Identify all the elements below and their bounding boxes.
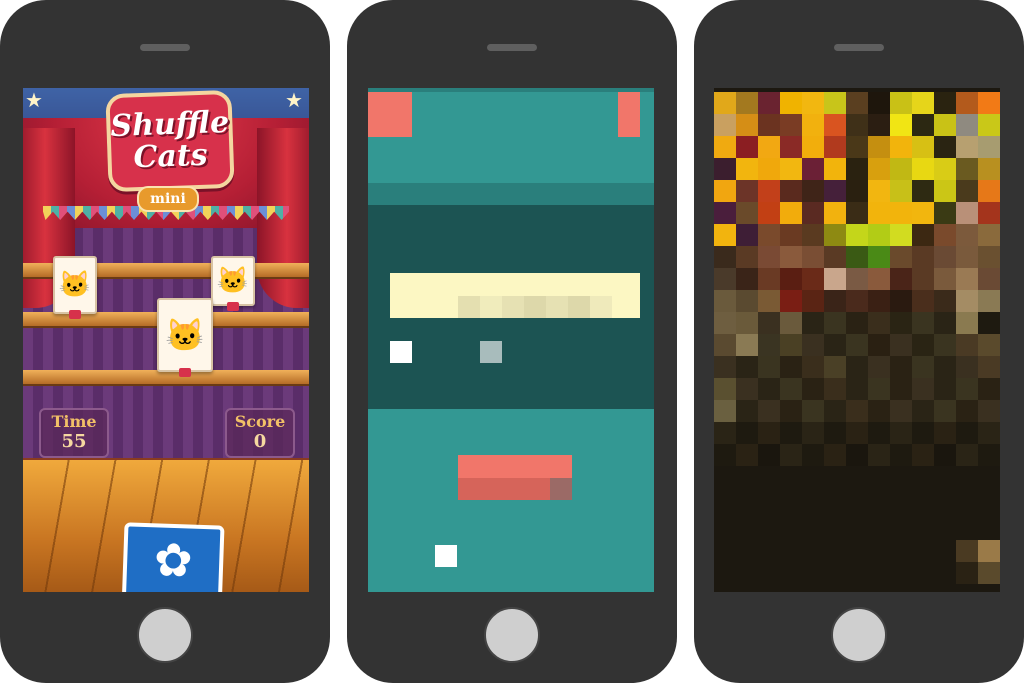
phone-1: ★ ★ ★ ★ Shuffle Cats mini 🐱 🐱 🐱 <box>0 0 330 683</box>
logo-title-line1: Shuffle <box>109 104 230 145</box>
phone-2 <box>347 0 677 683</box>
pixel-button-top[interactable] <box>458 455 572 478</box>
shelf-bottom <box>23 370 309 386</box>
pixel-cell <box>568 296 590 318</box>
checkbox-pixel[interactable] <box>390 341 412 363</box>
cat-icon: 🐱 <box>165 316 205 354</box>
time-label: Time <box>51 412 97 431</box>
pixel-cell <box>550 478 572 500</box>
card-deck[interactable]: ✿ <box>121 522 225 592</box>
cat-card[interactable]: 🐱 <box>157 298 213 377</box>
logo-title-line2: Cats <box>132 137 209 176</box>
card-tag <box>179 368 191 377</box>
checkbox-pixel[interactable] <box>480 341 502 363</box>
pixel-dot <box>435 545 457 567</box>
pixel-band <box>368 183 654 205</box>
speaker-grille <box>140 44 190 51</box>
score-label: Score <box>234 412 286 431</box>
pixel-cell <box>546 296 568 318</box>
time-plaque: Time 55 <box>39 408 109 458</box>
pixel-button-bottom[interactable] <box>458 478 550 500</box>
mini-badge: mini <box>137 186 199 212</box>
pixel-cell <box>458 296 480 318</box>
score-plaque: Score 0 <box>225 408 295 458</box>
phone-3 <box>694 0 1024 683</box>
cat-card[interactable]: 🐱 <box>211 256 255 311</box>
pixelated-screen[interactable] <box>368 88 654 592</box>
card-tag <box>69 310 81 319</box>
star-icon: ★ <box>25 88 43 112</box>
speaker-grille <box>834 44 884 51</box>
pixel-cell <box>524 296 546 318</box>
home-button[interactable] <box>137 607 193 663</box>
star-icon: ★ <box>285 88 303 112</box>
home-button[interactable] <box>484 607 540 663</box>
speaker-grille <box>487 44 537 51</box>
cat-card[interactable]: 🐱 <box>53 256 97 319</box>
card-tag <box>227 302 239 311</box>
cat-icon: 🐱 <box>58 270 92 300</box>
cat-icon: 🐱 <box>216 266 250 296</box>
flower-icon: ✿ <box>153 532 194 588</box>
pixel-cell <box>480 296 502 318</box>
score-value: 0 <box>253 431 267 452</box>
time-value: 55 <box>61 431 87 452</box>
pixel-cell <box>502 296 524 318</box>
pixelated-image-screen[interactable] <box>714 88 1000 592</box>
home-button[interactable] <box>831 607 887 663</box>
pixel-block-left[interactable] <box>368 92 412 137</box>
pixel-mosaic <box>714 92 1000 592</box>
shuffle-cats-screen[interactable]: ★ ★ ★ ★ Shuffle Cats mini 🐱 🐱 🐱 <box>23 88 309 592</box>
game-logo: Shuffle Cats <box>105 89 235 193</box>
pixel-block-right[interactable] <box>618 92 640 137</box>
pixel-cell <box>590 296 612 318</box>
